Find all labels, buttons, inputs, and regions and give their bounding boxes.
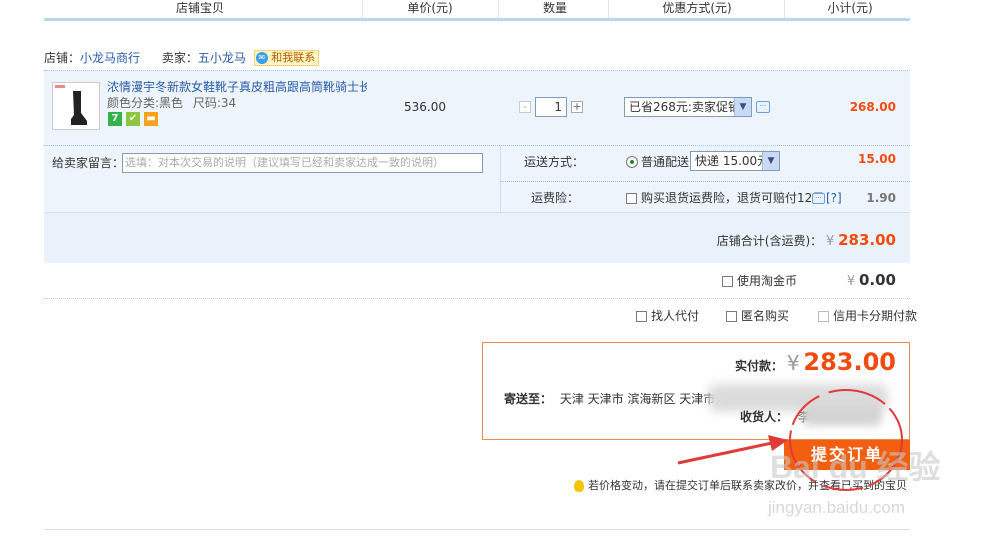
item-size: 尺码:34	[192, 96, 237, 110]
shop-total-amount: 283.00	[838, 231, 896, 249]
header-divider	[362, 0, 363, 18]
insurance-info-icon[interactable]: ···	[812, 193, 825, 204]
header-divider	[608, 0, 609, 18]
shop-total-label: 店铺合计(含运费)：	[716, 234, 823, 248]
shop-row: 店铺：小龙马商行 卖家：五小龙马 ✉ 和我联系	[44, 50, 320, 66]
watermark-logo: Bai du 经验	[770, 449, 941, 485]
item-title-link[interactable]: 浓情漫宇冬新款女鞋靴子真皮粗高跟高筒靴骑士长...	[107, 80, 367, 95]
quantity-increase-button[interactable]: +	[571, 101, 583, 113]
chat-bubble-icon: ✉	[255, 52, 268, 64]
shipping-divider	[500, 145, 501, 212]
chevron-down-icon: ▼	[734, 98, 751, 116]
ship-to-label: 寄送至：	[504, 392, 553, 406]
installment-checkbox[interactable]	[818, 311, 829, 322]
message-input[interactable]: 选填：对本次交易的说明（建议填写已经和卖家达成一致的说明）	[122, 153, 483, 173]
item-attributes: 颜色分类:黑色 尺码:34	[107, 96, 236, 110]
credit-card-icon[interactable]: ▬	[144, 112, 158, 126]
boot-image	[55, 85, 87, 125]
insurance-text: 购买退货运费险，退货可赔付12元	[641, 191, 825, 205]
seven-day-return-icon[interactable]: 7	[108, 112, 122, 126]
quantity-input[interactable]: 1	[535, 97, 567, 117]
header-price: 单价(元)	[407, 1, 453, 15]
bottom-divider	[44, 529, 910, 530]
item-subtotal: 268.00	[849, 100, 896, 114]
discount-selected-value: 已省268元:卖家促销	[629, 100, 740, 114]
shipping-select[interactable]: 快递 15.00元 ▼	[690, 151, 780, 171]
taojinbi-checkbox[interactable]	[722, 276, 733, 287]
header-divider	[498, 0, 499, 18]
anonymous-label: 匿名购买	[741, 309, 790, 323]
taojinbi-label: 使用淘金币	[737, 274, 798, 288]
insurance-checkbox[interactable]	[626, 193, 637, 204]
header-item: 店铺宝贝	[175, 1, 224, 15]
header-quantity: 数量	[542, 1, 567, 15]
seller-label: 卖家：	[161, 51, 198, 65]
shipping-label: 运送方式：	[524, 155, 585, 169]
shipping-selected-value: 快递 15.00元	[695, 154, 770, 168]
anonymous-checkbox[interactable]	[726, 311, 737, 322]
shop-total-currency: ¥	[826, 234, 835, 249]
shipping-row-divider	[500, 181, 910, 183]
discount-select[interactable]: 已省268元:卖家促销 ▼	[624, 97, 752, 117]
shipping-method: 普通配送	[641, 155, 690, 169]
annotation-arrow	[677, 441, 773, 465]
quantity-decrease-button[interactable]: -	[519, 101, 531, 113]
shop-label: 店铺：	[44, 51, 81, 65]
taojinbi-amount: 0.00	[858, 271, 896, 289]
header-divider	[784, 0, 785, 18]
chevron-down-icon: ▼	[762, 152, 779, 170]
contact-seller-label: 和我联系	[271, 51, 316, 64]
shipping-radio[interactable]	[626, 156, 638, 168]
taojinbi-value: ¥ 0.00	[820, 270, 896, 290]
insurance-label: 运费险：	[531, 191, 580, 205]
actual-payment-amount: 283.00	[803, 348, 896, 376]
shipping-cost: 15.00	[858, 152, 896, 166]
actual-payment: 实付款： ¥ 283.00	[600, 348, 896, 376]
contact-seller-button[interactable]: ✉ 和我联系	[253, 50, 320, 66]
watermark-url: jingyan.baidu.com	[768, 498, 906, 517]
item-divider	[44, 145, 910, 147]
header-underline	[44, 18, 910, 21]
actual-payment-label: 实付款：	[734, 359, 783, 373]
shop-total: 店铺合计(含运费)： ¥ 283.00	[600, 230, 896, 250]
item-color: 颜色分类:黑色	[107, 96, 184, 110]
options-divider	[44, 298, 910, 300]
seller-name-link[interactable]: 五小龙马	[198, 51, 246, 65]
taojinbi-currency: ¥	[846, 274, 856, 289]
proxy-pay-checkbox[interactable]	[636, 311, 647, 322]
discount-info-icon[interactable]: ···	[756, 101, 770, 113]
actual-payment-currency: ¥	[786, 351, 800, 375]
insurance-cost: 1.90	[866, 191, 896, 205]
proxy-pay-label: 找人代付	[651, 309, 700, 323]
message-label: 给卖家留言：	[52, 156, 125, 170]
guarantee-icon[interactable]: ✔	[126, 112, 140, 126]
item-thumbnail[interactable]	[52, 82, 100, 130]
header-discount: 优惠方式(元)	[662, 1, 732, 15]
insurance-help-link[interactable]: [?]	[826, 190, 842, 206]
lightbulb-icon	[574, 480, 584, 492]
installment-label: 信用卡分期付款	[833, 309, 918, 323]
item-price: 536.00	[404, 100, 446, 114]
header-subtotal: 小计(元)	[827, 1, 873, 15]
shop-name-link[interactable]: 小龙马商行	[80, 51, 140, 65]
